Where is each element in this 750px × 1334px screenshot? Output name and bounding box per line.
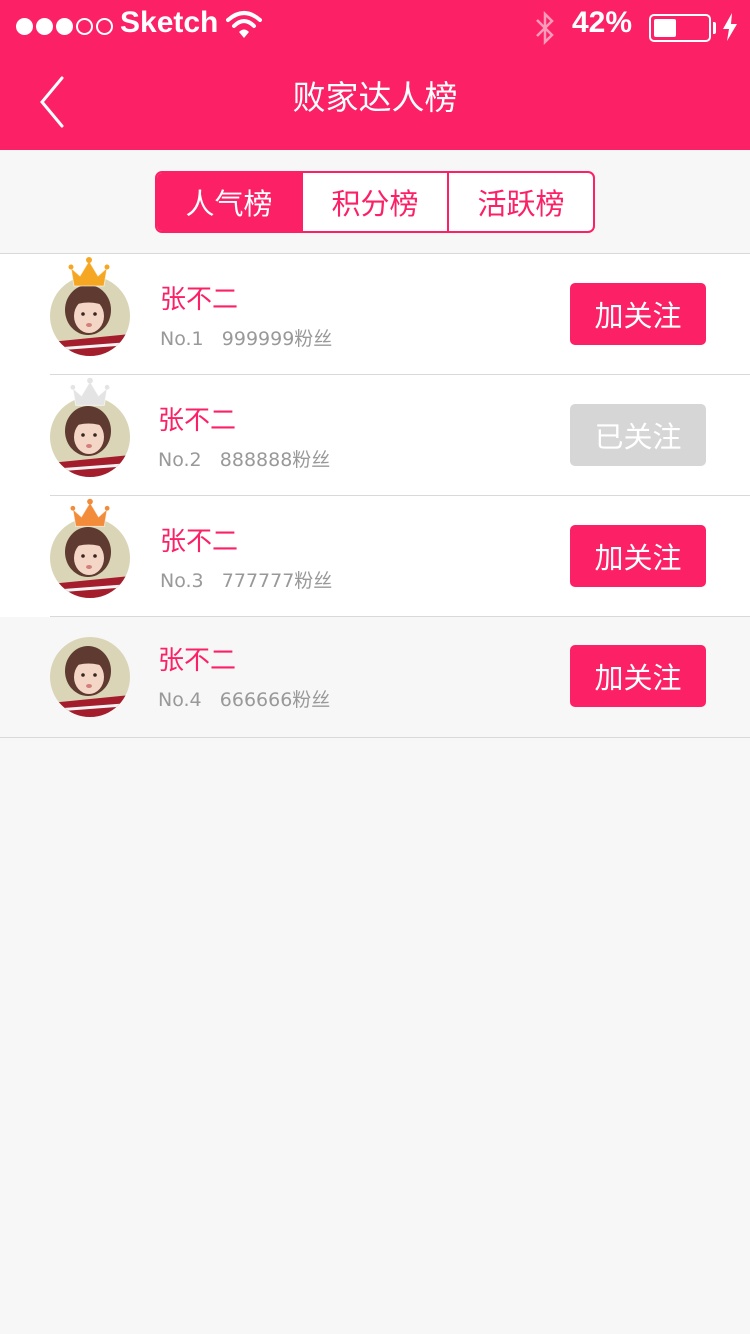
- user-fans: 777777粉丝: [221, 570, 333, 592]
- battery-tip: [713, 22, 716, 34]
- user-name: 张不二: [160, 285, 239, 315]
- follow-button[interactable]: 加关注: [570, 525, 706, 587]
- followed-button[interactable]: 已关注: [570, 404, 706, 466]
- wifi-icon: [226, 11, 262, 38]
- user-fans: 888888粉丝: [219, 449, 331, 471]
- user-name: 张不二: [158, 646, 237, 676]
- user-rank-fans: No.3 777777粉丝: [160, 567, 332, 595]
- signal-strength-icon: [16, 18, 113, 35]
- signal-dot: [16, 18, 33, 35]
- tab-popularity[interactable]: 人气榜: [157, 173, 301, 231]
- user-rank: No.4: [158, 689, 202, 711]
- signal-dot: [56, 18, 73, 35]
- user-name: 张不二: [160, 527, 239, 557]
- signal-dot: [96, 18, 113, 35]
- follow-button[interactable]: 加关注: [570, 645, 706, 707]
- user-rank: No.1: [160, 328, 204, 350]
- list-item: 张不二 No.1 999999粉丝 加关注: [0, 254, 750, 375]
- bluetooth-icon: [536, 11, 554, 45]
- crown-bronze-icon: [70, 498, 110, 527]
- avatar[interactable]: [50, 637, 130, 717]
- app-header: Sketch 42% 败家达人榜: [0, 0, 750, 150]
- crown-gold-icon: [68, 257, 110, 287]
- user-rank-fans: No.4 666666粉丝: [158, 686, 330, 714]
- tab-points[interactable]: 积分榜: [301, 173, 447, 231]
- battery-percentage: 42%: [572, 6, 633, 39]
- list-item: 张不二 No.4 666666粉丝 加关注: [0, 633, 750, 738]
- user-rank: No.2: [158, 449, 202, 471]
- list-item: 张不二 No.2 888888粉丝 已关注: [0, 375, 750, 496]
- charging-bolt-icon: [723, 13, 737, 41]
- battery-level-fill: [654, 19, 676, 37]
- signal-dot: [76, 18, 93, 35]
- row-divider: [50, 616, 750, 617]
- carrier-name: Sketch: [120, 6, 219, 39]
- user-fans: 666666粉丝: [219, 689, 331, 711]
- signal-dot: [36, 18, 53, 35]
- user-rank: No.3: [160, 570, 204, 592]
- page-title: 败家达人榜: [292, 78, 458, 117]
- user-rank-fans: No.2 888888粉丝: [158, 446, 330, 474]
- user-name: 张不二: [158, 406, 237, 436]
- navigation-bar: 败家达人榜: [0, 54, 750, 150]
- tab-activity[interactable]: 活跃榜: [447, 173, 593, 231]
- battery-icon: [649, 14, 711, 42]
- status-bar: Sketch 42%: [0, 0, 750, 54]
- user-fans: 999999粉丝: [221, 328, 333, 350]
- ranking-tabs: 人气榜 积分榜 活跃榜: [155, 171, 595, 233]
- list-item: 张不二 No.3 777777粉丝 加关注: [0, 496, 750, 617]
- row-divider: [0, 737, 750, 738]
- crown-silver-icon: [70, 377, 110, 406]
- follow-button[interactable]: 加关注: [570, 283, 706, 345]
- user-rank-fans: No.1 999999粉丝: [160, 325, 332, 353]
